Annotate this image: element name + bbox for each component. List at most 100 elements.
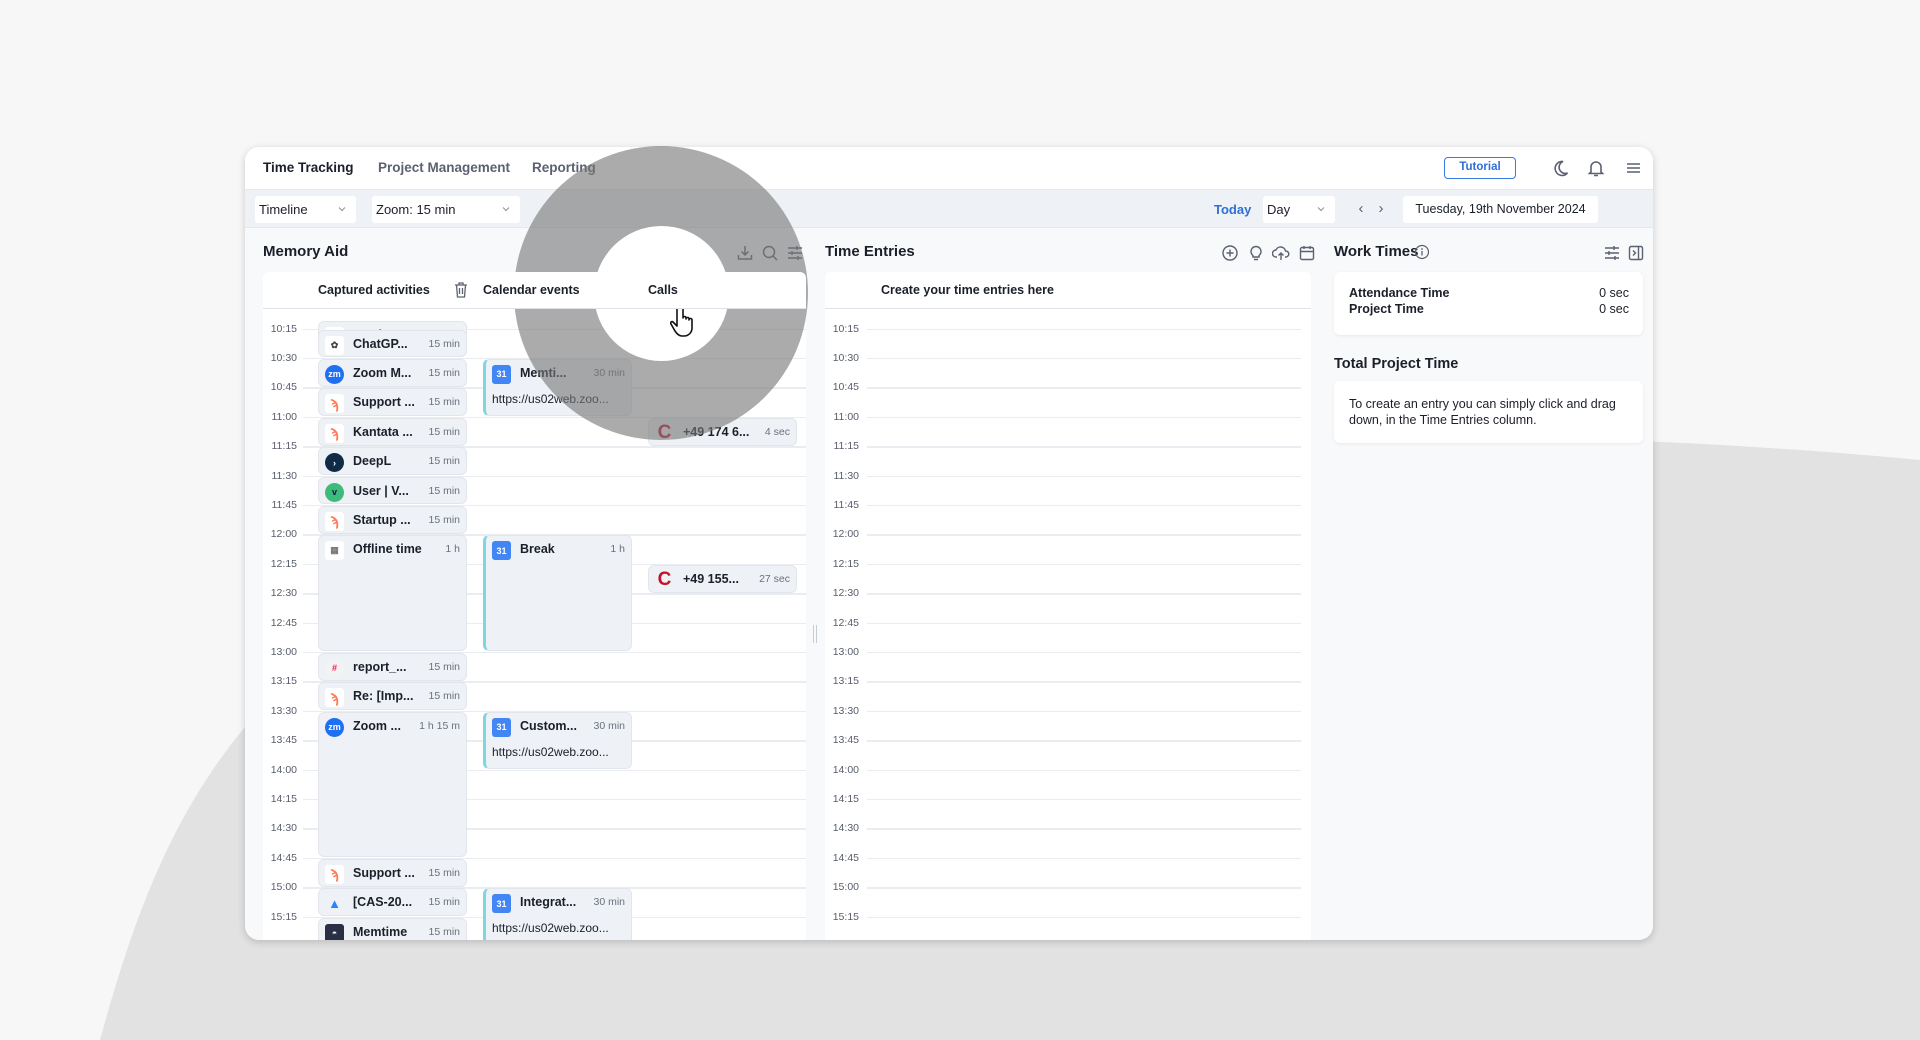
activity-card[interactable]: ◓ Memtime 15 min <box>318 917 467 940</box>
activity-card[interactable]: ▲ [CAS-20... 15 min <box>318 888 467 916</box>
time-label: 13:30 <box>270 704 297 717</box>
card-duration: 15 min <box>428 925 460 938</box>
call-card[interactable]: C +49 155... 27 sec <box>648 564 797 593</box>
grid-line <box>867 563 1301 566</box>
cloud-upload-icon[interactable] <box>1270 242 1292 264</box>
attendance-time-label: Attendance Time <box>1349 286 1450 300</box>
tab-project-management[interactable]: Project Management <box>378 160 510 175</box>
card-title: +49 174 6... <box>683 424 750 439</box>
captured-activities-header: Captured activities <box>318 283 430 297</box>
activity-card[interactable]: ϡ Support ... 15 min <box>318 388 467 417</box>
card-duration: 15 min <box>428 513 460 526</box>
tab-reporting[interactable]: Reporting <box>532 160 596 175</box>
calendar-event-card[interactable]: 31 Integrat... 30 min https://us02web.zoo..… <box>483 888 632 940</box>
time-label: 10:45 <box>832 381 859 394</box>
card-duration: 1 h 15 m <box>419 719 460 732</box>
total-project-time-hint: To create an entry you can simply click … <box>1349 397 1616 427</box>
card-duration: 15 min <box>428 396 460 409</box>
chevron-down-icon <box>1317 207 1325 212</box>
time-entries-timeline[interactable]: 10:15 10:30 10:45 11:00 11:15 11:30 11:45 12:00… <box>825 309 1311 940</box>
activity-card[interactable]: ✿ ChatGP... 15 min <box>318 329 467 358</box>
time-label: 14:00 <box>832 763 859 776</box>
calendar-icon[interactable] <box>1296 242 1318 264</box>
google-calendar-icon: 31 <box>492 364 511 384</box>
activity-card[interactable]: ϡ Startup ... 15 min <box>318 505 467 534</box>
card-title: Support ... <box>353 865 415 880</box>
toolbar: Timeline Zoom: 15 min Today Day ‹ › Tues… <box>245 190 1653 228</box>
grid-line <box>867 475 1301 477</box>
time-label: 12:00 <box>270 528 297 541</box>
calendar-event-card[interactable]: 31 Custom... 30 min https://us02web.zoo... <box>483 711 632 769</box>
today-button[interactable]: Today <box>1214 202 1251 217</box>
time-label: 12:15 <box>270 557 297 570</box>
activity-card[interactable]: ▦ Offline time 1 h <box>318 535 467 652</box>
work-times-title: Work Times <box>1334 243 1419 260</box>
download-icon[interactable] <box>734 242 756 264</box>
card-title: Re: [Imp... <box>353 689 414 704</box>
time-label: 14:45 <box>832 851 859 864</box>
card-url: https://us02web.zoo... <box>492 391 609 406</box>
calendar-event-card[interactable]: 31 Break 1 h <box>483 535 632 652</box>
panel-resize-handle[interactable] <box>813 625 817 643</box>
moon-icon[interactable] <box>1548 156 1572 180</box>
lightbulb-icon[interactable] <box>1245 242 1267 264</box>
time-label: 11:45 <box>833 498 860 511</box>
calendar-event-card[interactable]: 31 Memti... 30 min https://us02web.zoo... <box>483 358 632 417</box>
vimeo-icon: v <box>325 482 344 502</box>
activity-card[interactable]: zm Zoom ... 1 h 15 m <box>318 711 467 858</box>
info-icon[interactable] <box>1414 244 1430 260</box>
settings-sliders-icon[interactable] <box>1601 242 1623 264</box>
time-label: 12:15 <box>832 557 859 570</box>
time-label: 11:15 <box>833 440 860 453</box>
card-duration: 1 h <box>445 543 460 556</box>
card-title: ChatGP... <box>353 336 408 351</box>
bell-icon[interactable] <box>1584 156 1608 180</box>
atlassian-icon: ▲ <box>328 896 341 912</box>
grid-line <box>867 828 1301 830</box>
previous-day-button[interactable]: ‹ <box>1353 200 1369 218</box>
time-label: 15:00 <box>270 881 297 894</box>
deepl-icon: › <box>325 453 344 473</box>
time-label: 10:30 <box>832 351 859 364</box>
card-title: Zoom M... <box>353 365 412 380</box>
time-label: 12:45 <box>270 616 297 629</box>
collapse-panel-icon[interactable] <box>1625 242 1647 264</box>
range-select[interactable]: Day <box>1263 196 1335 223</box>
call-card[interactable]: C +49 174 6... 4 sec <box>648 417 797 446</box>
add-circle-icon[interactable] <box>1219 242 1241 264</box>
app-window: Time Tracking Project Management Reporti… <box>245 147 1653 940</box>
trash-icon[interactable] <box>453 281 469 304</box>
grid-line <box>867 534 1301 536</box>
time-label: 13:15 <box>270 675 297 688</box>
card-duration: 1 h <box>610 543 625 556</box>
activity-card[interactable]: zm Zoom M... 15 min <box>318 358 467 387</box>
menu-icon[interactable] <box>1621 156 1645 180</box>
search-icon[interactable] <box>759 242 781 264</box>
activity-card[interactable]: v User | V... 15 min <box>318 476 467 505</box>
grid-line <box>867 328 1301 330</box>
activity-card[interactable]: ϡ Support ... 15 min <box>318 858 467 887</box>
grid-line <box>867 710 1301 713</box>
time-label: 14:30 <box>832 822 859 835</box>
card-duration: 4 sec <box>764 425 790 438</box>
memory-aid-timeline[interactable]: 10:15 10:30 10:45 11:00 11:15 11:30 11:45 12:00… <box>263 309 806 940</box>
activity-card[interactable]: ϡ Kantata ... 15 min <box>318 417 467 446</box>
next-day-button[interactable]: › <box>1373 200 1389 218</box>
date-picker[interactable]: Tuesday, 19th November 2024 <box>1403 196 1598 223</box>
card-duration: 15 min <box>428 866 460 879</box>
activity-card[interactable]: › DeepL 15 min <box>318 447 467 475</box>
filter-sliders-icon[interactable] <box>784 242 806 264</box>
card-title: report_... <box>353 659 407 674</box>
view-select[interactable]: Timeline <box>255 196 356 223</box>
tab-time-tracking[interactable]: Time Tracking <box>263 160 354 175</box>
time-label: 10:15 <box>270 322 297 335</box>
chevron-down-icon <box>338 207 346 212</box>
activity-card[interactable]: ϡ Re: [Imp... 15 min <box>318 682 467 711</box>
time-label: 15:15 <box>832 910 859 923</box>
time-label: 11:45 <box>271 498 298 511</box>
card-duration: 15 min <box>428 690 460 703</box>
memtime-icon: ◓ <box>325 923 344 940</box>
zoom-select[interactable]: Zoom: 15 min <box>372 196 520 223</box>
activity-card[interactable]: # report_... 15 min <box>318 652 467 681</box>
tutorial-button[interactable]: Tutorial <box>1444 157 1516 179</box>
